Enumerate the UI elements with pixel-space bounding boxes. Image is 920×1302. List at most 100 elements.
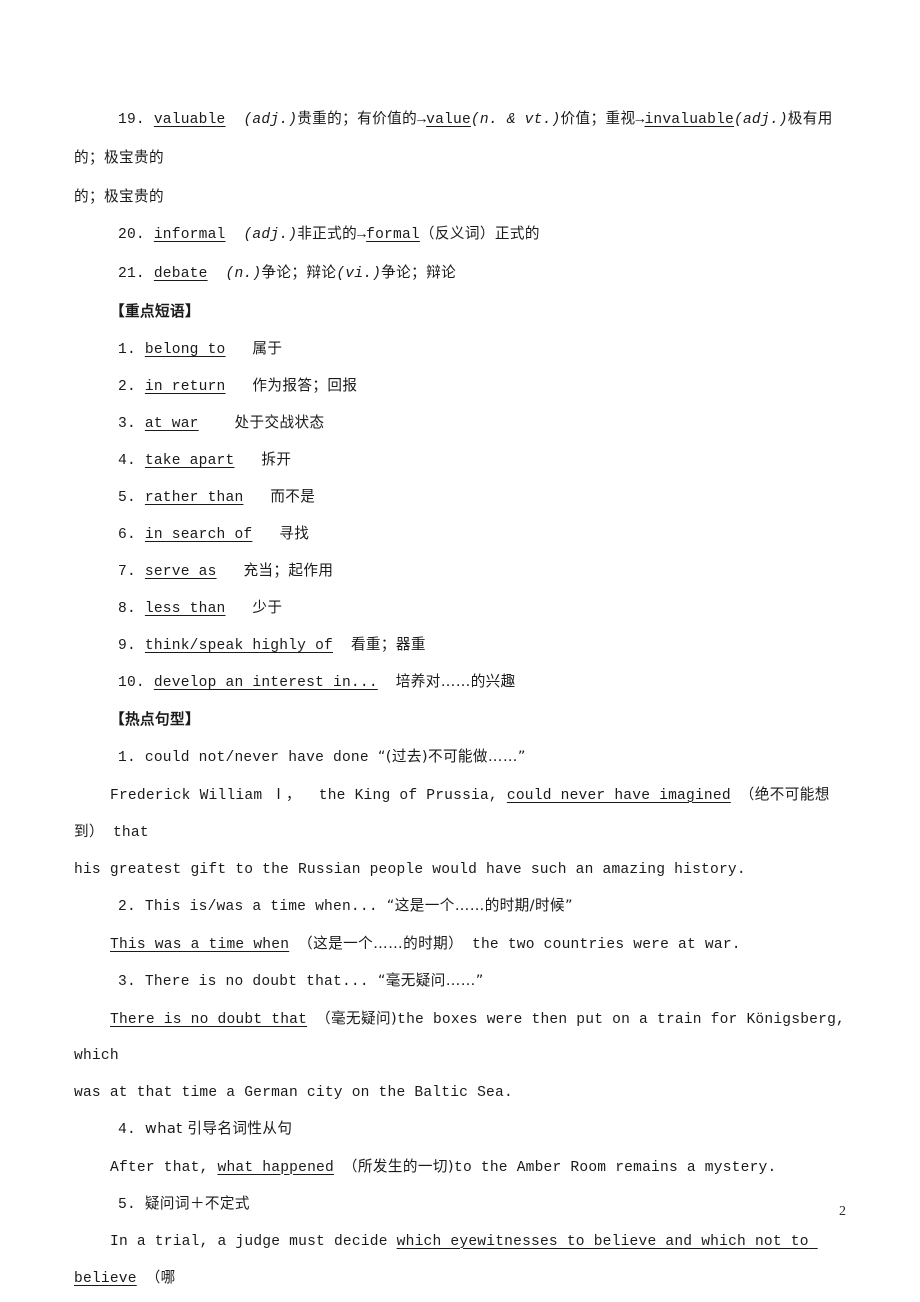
pattern-title-cn: “毫无疑问……” (377, 972, 484, 989)
entry-meaning: 贵重的；有价值的 (297, 110, 418, 127)
derived-pos: (adj.) (734, 112, 788, 128)
phrase-meaning: 拆开 (261, 451, 292, 468)
pattern-example: In a trial, a judge must decide which ey… (74, 1224, 846, 1298)
phrase-meaning: 少于 (252, 599, 283, 616)
phrase-number: 8. (118, 601, 136, 617)
phrase-number: 10. (118, 675, 145, 691)
entry-word: informal (153, 227, 226, 243)
derived-meaning: 价值；重视 (560, 110, 636, 127)
phrase-number: 6. (118, 527, 136, 543)
pattern-title-en: This is/was a time when... (144, 899, 378, 915)
pattern-example: There is no doubt that （毫无疑问)the boxes w… (74, 1001, 846, 1075)
phrase-number: 1. (118, 342, 136, 358)
phrases-heading: 【重点短语】 (110, 303, 200, 320)
entry-word: valuable (153, 112, 226, 128)
pattern-number: 5. (118, 1197, 136, 1213)
derived-word: invaluable (644, 112, 735, 128)
entry-pos: (n.) (225, 266, 262, 282)
example-post: to the Amber Room remains a mystery. (453, 1159, 777, 1176)
phrase-item: 6. in search of 寻找 (74, 516, 846, 553)
entry-word: debate (153, 266, 208, 282)
phrase-item: 3. at war 处于交战状态 (74, 405, 846, 442)
phrase-text: belong to (144, 342, 226, 358)
pattern-title: 3. There is no doubt that... “毫无疑问……” (74, 963, 846, 1001)
page-number: 2 (839, 1204, 846, 1219)
example-gloss: （这是一个……的时期） (298, 934, 464, 952)
entry-meaning: 争论；辩论 (261, 264, 337, 281)
pattern-title-en: could not/never have done (144, 750, 369, 766)
pattern-example-wrap: his greatest gift to the Russian people … (74, 861, 746, 878)
entry-meaning: 非正式的 (297, 225, 358, 242)
derived-pos: (n. & vt.) (470, 112, 561, 128)
phrase-item: 4. take apart 拆开 (74, 442, 846, 479)
pattern-title-cn: “这是一个……的时期/时候” (386, 897, 573, 914)
phrase-text: think/speak highly of (144, 638, 334, 654)
page-content: 19. valuable (adj.)贵重的；有价值的→value(n. & v… (74, 100, 846, 1302)
example-key: There is no doubt that (110, 1011, 308, 1028)
pattern-number: 4. (118, 1122, 136, 1138)
example-key: what happened (217, 1159, 334, 1176)
phrase-item: 2. in return 作为报答；回报 (74, 368, 846, 405)
derivation-arrow-icon: → (417, 112, 427, 128)
derived-word: value (426, 112, 471, 128)
example-gloss: （毫无疑问) (316, 1009, 398, 1027)
entry-pos-secondary: (vi.) (336, 266, 382, 282)
derived-meaning: 正式的 (494, 225, 540, 242)
phrase-item: 10. develop an interest in... 培养对……的兴趣 (74, 664, 846, 701)
phrase-text: take apart (144, 453, 235, 469)
phrase-meaning: 属于 (252, 340, 283, 357)
pattern-title-en: There is no doubt that... (144, 974, 369, 990)
pattern-title: 1. could not/never have done “(过去)不可能做……… (74, 739, 846, 777)
phrase-meaning: 作为报答；回报 (252, 377, 358, 394)
example-key: This was a time when (110, 936, 290, 953)
pattern-example: After that, what happened （所发生的一切)to the… (74, 1149, 846, 1187)
phrase-text: less than (144, 601, 226, 617)
phrase-number: 7. (118, 564, 136, 580)
pattern-number: 3. (118, 974, 136, 990)
pattern-title: 2. This is/was a time when... “这是一个……的时期… (74, 888, 846, 926)
phrase-text: rather than (144, 490, 244, 506)
patterns-heading: 【热点句型】 (110, 711, 200, 728)
derivation-arrow-icon: → (357, 227, 367, 243)
document-page: 19. valuable (adj.)贵重的；有价值的→value(n. & v… (0, 0, 920, 1302)
vocabulary-entry: 20. informal (adj.)非正式的→formal（反义词）正式的 (74, 215, 846, 254)
phrase-number: 4. (118, 453, 136, 469)
phrase-meaning: 充当；起作用 (243, 562, 334, 579)
example-pre: Frederick William Ⅰ， the King of Prussia… (110, 787, 507, 804)
vocabulary-section: 19. valuable (adj.)贵重的；有价值的→value(n. & v… (74, 100, 846, 293)
entry-number: 21. (118, 266, 145, 282)
vocabulary-entry-wrap: 的；极宝贵的 (74, 188, 164, 205)
pattern-title-cn: 疑问词＋不定式 (144, 1195, 250, 1212)
phrase-item: 1. belong to 属于 (74, 331, 846, 368)
phrase-meaning: 看重；器重 (350, 636, 426, 653)
pattern-example: This was a time when （这是一个……的时期） the two… (74, 926, 846, 964)
phrase-meaning: 寻找 (279, 525, 310, 542)
phrase-text: in return (144, 379, 226, 395)
phrase-item: 8. less than 少于 (74, 590, 846, 627)
phrase-number: 9. (118, 638, 136, 654)
vocabulary-entry: 19. valuable (adj.)贵重的；有价值的→value(n. & v… (74, 100, 846, 178)
example-gloss: （哪 (145, 1269, 176, 1286)
example-key: could never have imagined (506, 787, 731, 804)
example-post: that (104, 825, 149, 841)
phrase-number: 3. (118, 416, 136, 432)
entry-pos: (adj.) (243, 227, 298, 243)
entry-number: 20. (118, 227, 145, 243)
entry-pos: (adj.) (243, 112, 298, 128)
phrase-text: develop an interest in... (153, 675, 378, 691)
phrase-item: 7. serve as 充当；起作用 (74, 553, 846, 590)
phrase-text: serve as (144, 564, 217, 580)
phrases-section: 【重点短语】 1. belong to 属于 2. in return 作为报答… (74, 293, 846, 701)
patterns-section: 【热点句型】 1. could not/never have done “(过去… (74, 701, 846, 1302)
derived-word: formal (366, 227, 420, 243)
phrase-text: in search of (144, 527, 253, 543)
pattern-number: 1. (118, 750, 136, 766)
example-post: the two countries were at war. (463, 936, 741, 953)
vocabulary-entry: 21. debate (n.)争论；辩论(vi.)争论；辩论 (74, 254, 846, 293)
pattern-title: 5. 疑问词＋不定式 (74, 1186, 846, 1224)
entry-number: 19. (118, 112, 145, 128)
pattern-title-cn: “(过去)不可能做……” (377, 748, 526, 765)
pattern-example-wrap: was at that time a German city on the Ba… (74, 1084, 513, 1101)
phrase-text: at war (144, 416, 199, 432)
phrase-meaning: 培养对……的兴趣 (395, 673, 516, 690)
